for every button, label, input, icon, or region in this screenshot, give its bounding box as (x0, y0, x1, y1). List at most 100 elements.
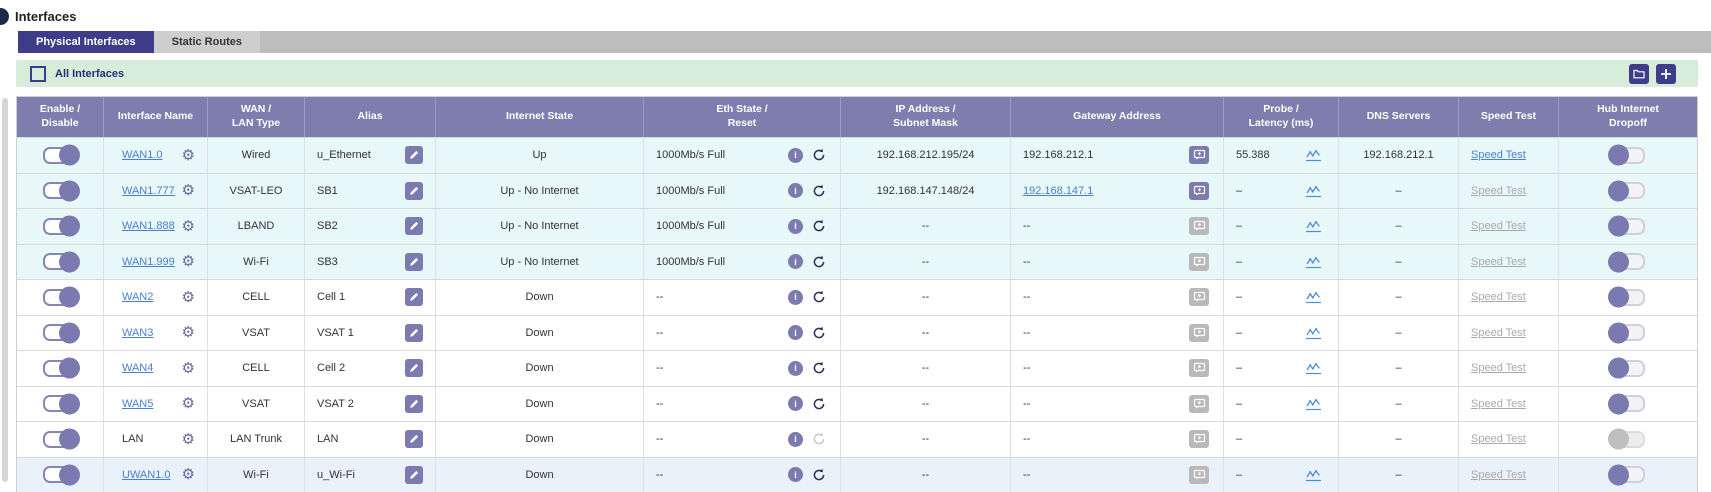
latency-chart-icon[interactable] (1305, 290, 1322, 304)
hub-dropoff-toggle[interactable] (1611, 147, 1645, 164)
speed-test-link[interactable]: Speed Test (1471, 291, 1526, 303)
edit-alias-icon[interactable] (405, 359, 423, 377)
enable-toggle[interactable] (43, 182, 77, 199)
latency-chart-icon[interactable] (1305, 184, 1322, 198)
edit-alias-icon[interactable] (405, 324, 423, 342)
interface-name-link[interactable]: WAN1.888 (122, 220, 175, 232)
info-icon[interactable]: i (788, 432, 803, 447)
tab-static-routes[interactable]: Static Routes (154, 31, 260, 53)
hub-dropoff-toggle[interactable] (1611, 466, 1645, 483)
enable-toggle[interactable] (43, 466, 77, 483)
all-interfaces-checkbox[interactable] (30, 66, 46, 82)
gear-icon[interactable]: ⚙ (182, 361, 195, 376)
gear-icon[interactable]: ⚙ (182, 183, 195, 198)
interface-name-link[interactable]: WAN3 (122, 327, 153, 339)
hub-dropoff-toggle[interactable] (1611, 360, 1645, 377)
enable-toggle[interactable] (43, 395, 77, 412)
gear-icon[interactable]: ⚙ (182, 432, 195, 447)
gear-icon[interactable]: ⚙ (182, 219, 195, 234)
eth-state-text: -- (656, 291, 663, 303)
gear-icon[interactable]: ⚙ (182, 254, 195, 269)
reset-icon[interactable] (812, 255, 826, 269)
pencil-icon (409, 363, 419, 373)
hub-dropoff-toggle[interactable] (1611, 182, 1645, 199)
gateway-ping-icon[interactable] (1189, 182, 1209, 200)
latency-chart-icon[interactable] (1305, 255, 1322, 269)
latency-chart-icon[interactable] (1305, 219, 1322, 233)
info-icon[interactable]: i (788, 219, 803, 234)
info-icon[interactable]: i (788, 148, 803, 163)
hub-dropoff-toggle[interactable] (1611, 324, 1645, 341)
hub-dropoff-toggle[interactable] (1611, 289, 1645, 306)
gear-icon[interactable]: ⚙ (182, 290, 195, 305)
enable-toggle[interactable] (43, 253, 77, 270)
edit-alias-icon[interactable] (405, 466, 423, 484)
speed-test-link[interactable]: Speed Test (1471, 362, 1526, 374)
edit-alias-icon[interactable] (405, 430, 423, 448)
info-icon[interactable]: i (788, 183, 803, 198)
edit-alias-icon[interactable] (405, 288, 423, 306)
info-icon[interactable]: i (788, 290, 803, 305)
edit-alias-icon[interactable] (405, 146, 423, 164)
edit-alias-icon[interactable] (405, 395, 423, 413)
reset-icon[interactable] (812, 468, 826, 482)
interface-name-link[interactable]: WAN1.999 (122, 256, 175, 268)
eth-icons: i (788, 467, 826, 482)
interface-name-link[interactable]: WAN1.777 (122, 185, 175, 197)
enable-toggle[interactable] (43, 218, 77, 235)
gear-icon[interactable]: ⚙ (182, 148, 195, 163)
folder-icon-button[interactable] (1629, 64, 1649, 84)
interface-name-link[interactable]: WAN2 (122, 291, 153, 303)
reset-icon[interactable] (812, 361, 826, 375)
interface-name-link[interactable]: UWAN1.0 (122, 469, 171, 481)
interface-name-link[interactable]: WAN4 (122, 362, 153, 374)
info-icon[interactable]: i (788, 396, 803, 411)
enable-toggle[interactable] (43, 324, 77, 341)
hub-dropoff-toggle[interactable] (1611, 253, 1645, 270)
gear-icon[interactable]: ⚙ (182, 467, 195, 482)
latency-chart-icon[interactable] (1305, 361, 1322, 375)
gateway-ping-icon[interactable] (1189, 146, 1209, 164)
edit-alias-icon[interactable] (405, 217, 423, 235)
enable-cell (17, 387, 104, 422)
reset-icon[interactable] (812, 326, 826, 340)
speed-test-link[interactable]: Speed Test (1471, 256, 1526, 268)
info-icon[interactable]: i (788, 325, 803, 340)
interface-name-link[interactable]: WAN1.0 (122, 149, 163, 161)
info-icon[interactable]: i (788, 254, 803, 269)
enable-toggle[interactable] (43, 289, 77, 306)
interface-name-link[interactable]: WAN5 (122, 398, 153, 410)
info-icon[interactable]: i (788, 361, 803, 376)
latency-chart-icon[interactable] (1305, 326, 1322, 340)
eth-icons: i (788, 183, 826, 198)
reset-icon[interactable] (812, 219, 826, 233)
latency-chart-icon[interactable] (1305, 397, 1322, 411)
speed-test-link[interactable]: Speed Test (1471, 327, 1526, 339)
reset-icon[interactable] (812, 397, 826, 411)
gateway-address-text[interactable]: 192.168.147.1 (1023, 185, 1093, 197)
latency-chart-icon[interactable] (1305, 468, 1322, 482)
hub-dropoff-toggle[interactable] (1611, 395, 1645, 412)
speed-test-link[interactable]: Speed Test (1471, 149, 1526, 161)
speed-test-link[interactable]: Speed Test (1471, 433, 1526, 445)
edit-alias-icon[interactable] (405, 253, 423, 271)
enable-toggle[interactable] (43, 147, 77, 164)
speed-test-link[interactable]: Speed Test (1471, 185, 1526, 197)
tab-physical-interfaces[interactable]: Physical Interfaces (18, 31, 154, 53)
speed-test-link[interactable]: Speed Test (1471, 398, 1526, 410)
add-interface-button[interactable] (1656, 64, 1676, 84)
enable-toggle[interactable] (43, 360, 77, 377)
reset-icon[interactable] (812, 290, 826, 304)
gear-icon[interactable]: ⚙ (182, 325, 195, 340)
edit-alias-icon[interactable] (405, 182, 423, 200)
latency-chart-icon[interactable] (1305, 148, 1322, 162)
reset-icon[interactable] (812, 184, 826, 198)
info-icon[interactable]: i (788, 467, 803, 482)
speed-test-link[interactable]: Speed Test (1471, 469, 1526, 481)
hub-dropoff-toggle[interactable] (1611, 218, 1645, 235)
gear-icon[interactable]: ⚙ (182, 396, 195, 411)
left-scrollbar[interactable] (2, 98, 8, 482)
reset-icon[interactable] (812, 148, 826, 162)
enable-toggle[interactable] (43, 431, 77, 448)
speed-test-link[interactable]: Speed Test (1471, 220, 1526, 232)
